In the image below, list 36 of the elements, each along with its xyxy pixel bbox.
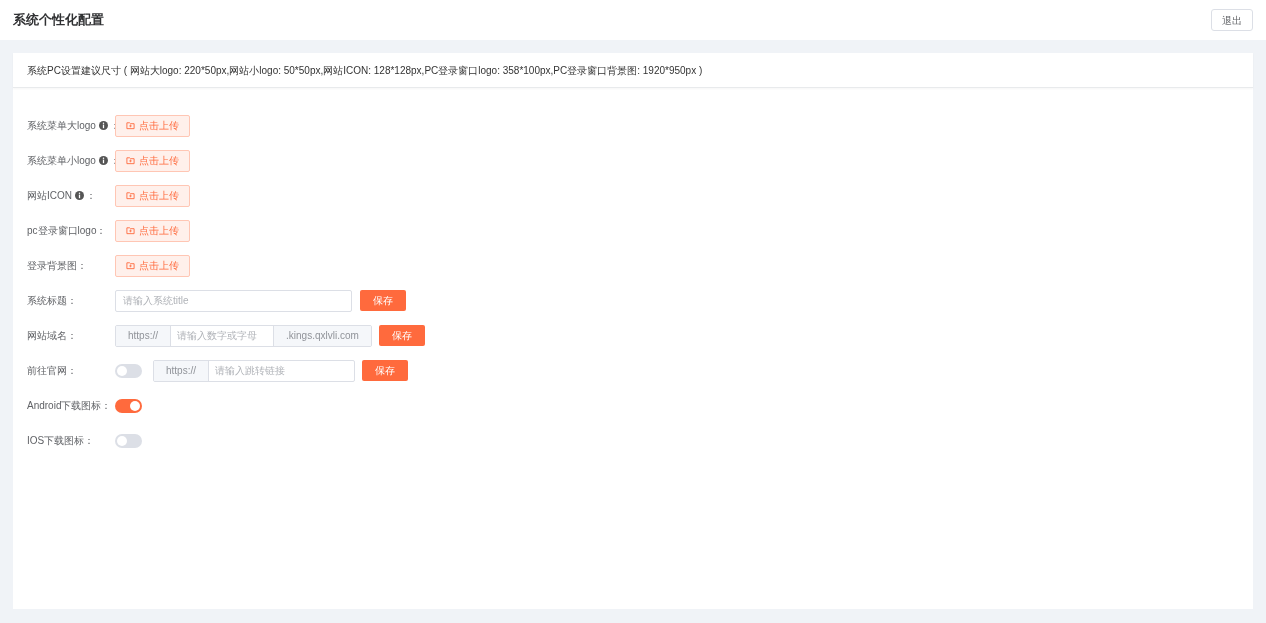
page-title: 系统个性化配置 [13,11,104,30]
toggle-switch[interactable] [115,398,142,413]
folder-icon [126,226,135,235]
field-label: Android下载图标： [27,399,112,413]
field-label: 系统菜单小logo [27,154,96,168]
save-button[interactable]: 保存 [378,325,425,346]
field-label: 前往官网： [27,364,77,378]
folder-icon [126,121,135,130]
upload-button[interactable]: 点击上传 [115,184,190,207]
exit-button[interactable]: 退出 [1211,9,1253,31]
toggle-switch[interactable] [115,433,142,448]
upload-button[interactable]: 点击上传 [115,254,190,277]
field-label: 网站ICON [27,189,72,203]
field-label: IOS下载图标： [27,434,95,448]
folder-icon [126,261,135,270]
save-button[interactable]: 保存 [360,290,406,311]
input-addon: .kings.qxlvli.com [274,325,371,346]
title-input[interactable]: 请输入系统title [115,289,352,312]
field-label: 网站域名： [27,329,77,343]
field-label: 系统标题： [27,294,77,308]
input-addon: https:// [116,325,170,346]
folder-icon [126,191,135,200]
upload-button[interactable]: 点击上传 [115,149,190,172]
save-button[interactable]: 保存 [362,360,408,381]
toggle-switch[interactable] [115,363,142,378]
folder-icon [126,156,135,165]
size-notice: 系统PC设置建议尺寸 ( 网站大logo: 220*50px,网站小logo: 50*50px,网站ICON: 128*128px,PC登录窗口logo: 358*100px,PC登录窗口背景图: 1920*950px ) [27,63,703,78]
label-colon: ： [86,189,96,203]
link-field[interactable]: https:// 请输入跳转链接 [153,359,355,382]
upload-button[interactable]: 点击上传 [115,114,190,137]
field-label: 登录背景图： [27,259,87,273]
field-label: 系统菜单大logo [27,119,96,133]
domain-field[interactable]: https:// 请输入数字或字母 .kings.qxlvli.com [115,324,372,347]
input-addon: https:// [154,360,208,381]
upload-button[interactable]: 点击上传 [115,219,190,242]
field-label: pc登录窗口logo： [27,224,107,238]
